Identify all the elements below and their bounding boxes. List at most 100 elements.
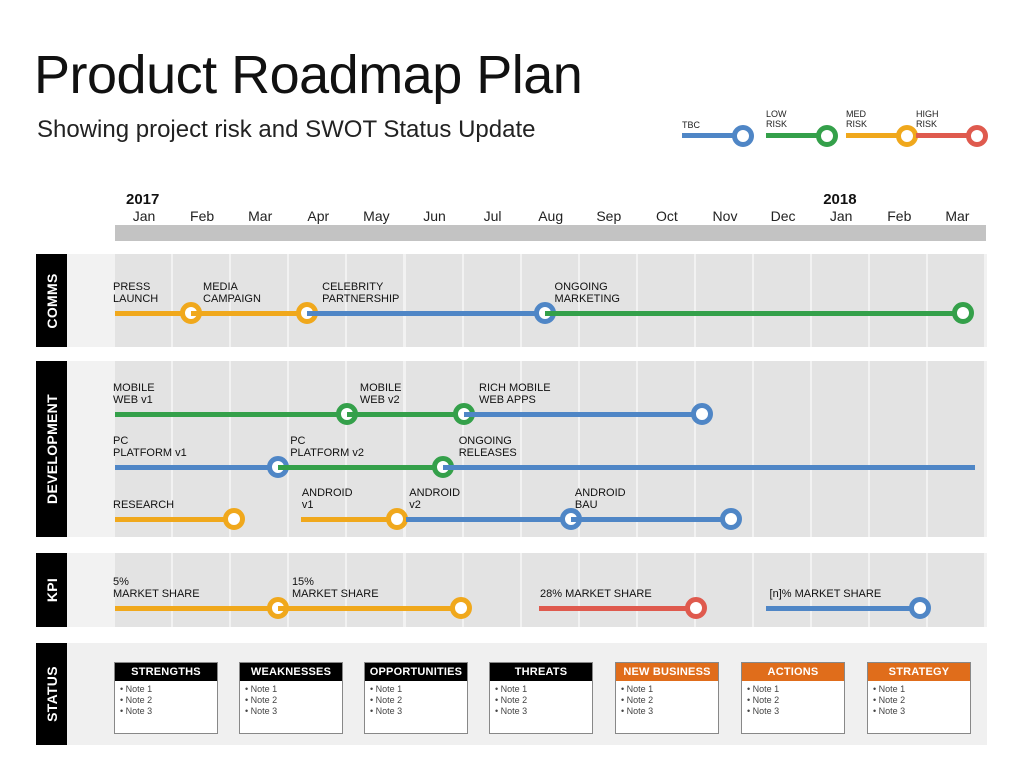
- milestone-icon[interactable]: [952, 302, 975, 324]
- track-segment[interactable]: [765, 605, 920, 611]
- swot-notes: Note 1Note 2Note 3: [490, 681, 592, 717]
- swot-box-strategy: STRATEGYNote 1Note 2Note 3: [867, 662, 971, 734]
- milestone-icon[interactable]: [690, 403, 713, 425]
- swot-notes: Note 1Note 2Note 3: [616, 681, 718, 717]
- milestone-icon[interactable]: [719, 508, 742, 530]
- milestone-label: MEDIA CAMPAIGN: [203, 281, 261, 305]
- swot-note: Note 2: [370, 695, 467, 706]
- milestone-label: PC PLATFORM v1: [113, 435, 187, 459]
- swot-note: Note 1: [495, 684, 592, 695]
- swot-note: Note 1: [621, 684, 718, 695]
- milestone-icon[interactable]: [385, 508, 408, 530]
- track-segment[interactable]: [347, 411, 464, 417]
- month-label: Mar: [248, 208, 273, 224]
- month-label: Aug: [538, 208, 564, 224]
- track-segment[interactable]: [300, 516, 397, 522]
- swot-note: Note 3: [495, 706, 592, 717]
- legend-label: HIGH RISK: [916, 109, 939, 129]
- swot-note: Note 1: [120, 684, 217, 695]
- track-segment[interactable]: [443, 464, 975, 470]
- page-subtitle: Showing project risk and SWOT Status Upd…: [37, 116, 536, 143]
- swot-note: Note 3: [621, 706, 718, 717]
- swot-box-actions: ACTIONSNote 1Note 2Note 3: [741, 662, 845, 734]
- milestone-label: 28% MARKET SHARE: [540, 588, 652, 600]
- swot-box-strengths: STRENGTHSNote 1Note 2Note 3: [114, 662, 218, 734]
- legend-line: [682, 133, 736, 138]
- milestone-icon: [896, 125, 918, 147]
- track-segment[interactable]: [190, 310, 307, 316]
- track-segment[interactable]: [306, 310, 545, 316]
- month-cell: [870, 361, 927, 537]
- swot-note: Note 2: [873, 695, 970, 706]
- milestone-icon: [732, 125, 754, 147]
- month-label: Feb: [190, 208, 215, 224]
- milestone-label: RESEARCH: [113, 499, 175, 511]
- milestone-label: [n]% MARKET SHARE: [769, 588, 882, 600]
- milestone-icon[interactable]: [223, 508, 246, 530]
- swot-box-title: WEAKNESSES: [240, 663, 342, 681]
- track-segment[interactable]: [539, 605, 696, 611]
- track-segment[interactable]: [115, 464, 278, 470]
- month-cell: [463, 553, 520, 627]
- month-cell: [637, 254, 694, 347]
- track-segment[interactable]: [544, 310, 964, 316]
- swot-notes: Note 1Note 2Note 3: [365, 681, 467, 717]
- month-label: Feb: [887, 208, 912, 224]
- swot-box-new-business: NEW BUSINESSNote 1Note 2Note 3: [615, 662, 719, 734]
- month-cell: [928, 254, 985, 347]
- month-label: Jul: [483, 208, 502, 224]
- month-label: May: [363, 208, 390, 224]
- swot-box-threats: THREATSNote 1Note 2Note 3: [489, 662, 593, 734]
- swot-box-title: NEW BUSINESS: [616, 663, 718, 681]
- risk-legend: TBC LOW RISK MED RISK HIGH RISK: [680, 106, 990, 156]
- month-label: Oct: [656, 208, 678, 224]
- milestone-icon[interactable]: [685, 597, 707, 619]
- legend-line: [766, 133, 820, 138]
- swot-note: Note 3: [120, 706, 217, 717]
- month-label: Jan: [829, 208, 853, 224]
- milestone-icon[interactable]: [908, 597, 931, 619]
- row-label-development: DEVELOPMENT: [36, 361, 67, 537]
- swot-box-title: OPPORTUNITIES: [365, 663, 467, 681]
- swot-box-title: STRATEGY: [868, 663, 970, 681]
- month-label: Apr: [307, 208, 330, 224]
- track-segment[interactable]: [115, 605, 278, 611]
- track-segment[interactable]: [115, 411, 348, 417]
- milestone-label: ONGOING MARKETING: [554, 281, 620, 305]
- milestone-label: ANDROID v1: [301, 487, 353, 511]
- month-label: Jun: [423, 208, 446, 224]
- swot-note: Note 2: [747, 695, 844, 706]
- milestone-label: ANDROID BAU: [574, 487, 626, 511]
- swot-box-weaknesses: WEAKNESSESNote 1Note 2Note 3: [239, 662, 343, 734]
- swot-note: Note 3: [370, 706, 467, 717]
- month-label: Dec: [770, 208, 796, 224]
- swot-notes: Note 1Note 2Note 3: [742, 681, 844, 717]
- legend-label: LOW RISK: [766, 109, 788, 129]
- swot-box-opportunities: OPPORTUNITIESNote 1Note 2Note 3: [364, 662, 468, 734]
- row-label-text: KPI: [43, 577, 60, 603]
- track-segment[interactable]: [405, 516, 572, 522]
- track-segment[interactable]: [277, 464, 444, 470]
- month-label: Mar: [945, 208, 970, 224]
- month-cell: [696, 553, 752, 627]
- month-cell: [637, 361, 694, 537]
- milestone-label: 5% MARKET SHARE: [113, 576, 200, 600]
- swot-note: Note 2: [621, 695, 718, 706]
- milestone-label: CELEBRITY PARTNERSHIP: [322, 281, 400, 305]
- milestone-label: 15% MARKET SHARE: [291, 576, 379, 600]
- swot-notes: Note 1Note 2Note 3: [240, 681, 342, 717]
- swot-note: Note 3: [245, 706, 342, 717]
- track-segment[interactable]: [571, 516, 731, 522]
- month-cell: [754, 361, 811, 537]
- swot-note: Note 1: [747, 684, 844, 695]
- month-cell: [696, 254, 752, 347]
- row-label-text: DEVELOPMENT: [43, 394, 60, 504]
- track-segment[interactable]: [277, 605, 461, 611]
- track-segment[interactable]: [463, 411, 702, 417]
- track-segment[interactable]: [115, 516, 235, 522]
- swot-note: Note 1: [245, 684, 342, 695]
- milestone-icon[interactable]: [449, 597, 472, 619]
- legend-line: [846, 133, 900, 138]
- milestone-label: MOBILE WEB v1: [113, 382, 155, 406]
- month-bar: [115, 225, 986, 241]
